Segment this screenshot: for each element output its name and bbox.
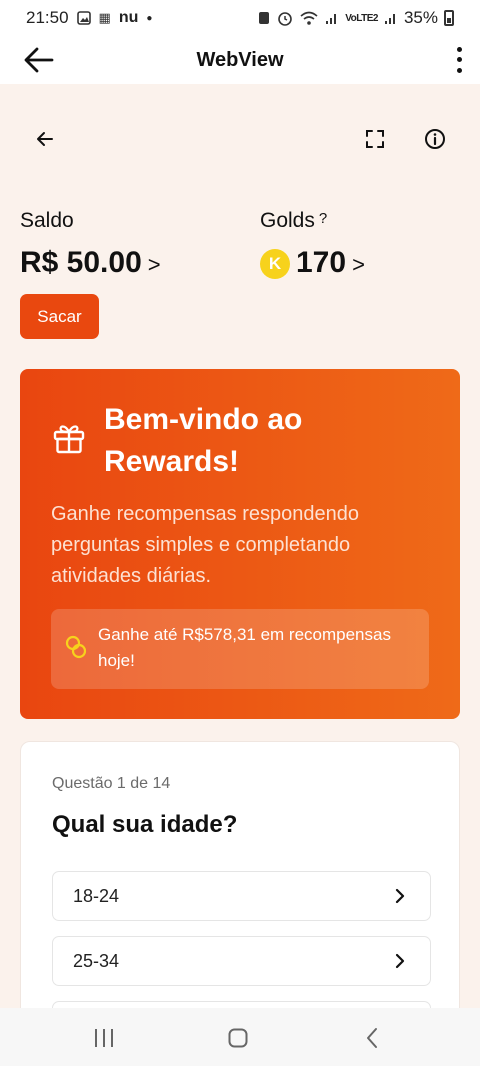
welcome-title: Bem-vindo ao Rewards! [104, 403, 303, 478]
saldo-label: Saldo [20, 209, 74, 232]
status-time: 21:50 [26, 8, 69, 27]
golds-value: 170 [296, 246, 347, 279]
question-counter: Questão 1 de 14 [52, 775, 171, 792]
system-nav-bar [0, 1008, 480, 1066]
golds-label: Golds [260, 209, 315, 232]
carrier-label: nu [118, 9, 139, 26]
coins-icon [65, 635, 87, 659]
answer-option[interactable] [52, 1001, 431, 1008]
golds-label-group: Golds? [260, 209, 327, 233]
chevron-right-icon [395, 953, 405, 969]
welcome-card: Bem-vindo ao Rewards! Ganhe recompensas … [20, 369, 460, 719]
status-right: VoLTE2 35% [257, 8, 454, 28]
saldo-amount[interactable]: R$ 50.00 > [20, 246, 161, 280]
question-title: Qual sua idade? [52, 811, 238, 838]
more-vertical-icon[interactable] [452, 44, 466, 76]
signal-icon-2 [384, 14, 395, 24]
battery-icon [444, 10, 454, 26]
saldo-value: R$ 50.00 [20, 246, 142, 279]
status-left: 21:50 ▦ nu ● [26, 8, 152, 28]
back-icon[interactable] [365, 1027, 379, 1049]
network-label: VoLTE2 [345, 12, 378, 24]
answer-option-label: 25-34 [73, 951, 120, 971]
saldo-chevron-icon: > [147, 252, 161, 277]
signal-icon [326, 14, 337, 24]
promo-banner: Ganhe até R$578,31 em recompensas hoje! [51, 609, 429, 689]
wifi-icon [300, 11, 318, 25]
answer-option[interactable]: 18-24 [52, 871, 431, 921]
golds-chevron-icon: > [352, 252, 365, 277]
gold-coin-icon: K [260, 249, 290, 279]
webview-content: Saldo Golds? R$ 50.00 > K 170 > Sacar Bem-… [0, 84, 480, 1008]
chevron-right-icon [395, 888, 405, 904]
promo-text: Ganhe até R$578,31 em recompensas hoje! [98, 625, 391, 670]
answer-option[interactable]: 25-34 [52, 936, 431, 986]
clock-icon [278, 12, 293, 26]
nu-bank-icon: ▦ [98, 10, 111, 25]
app-bar: WebView [0, 36, 480, 84]
app-bar-title: WebView [196, 48, 284, 71]
recent-apps-icon[interactable] [93, 1028, 115, 1048]
status-bar: 21:50 ▦ nu ● VoLTE2 35% [0, 0, 480, 36]
dot-icon: ● [146, 12, 153, 24]
home-icon[interactable] [228, 1028, 248, 1048]
golds-help-icon[interactable]: ? [319, 210, 327, 227]
question-card: Questão 1 de 14 Qual sua idade? 18-24 25… [20, 741, 460, 1008]
withdraw-button[interactable]: Sacar [20, 294, 99, 339]
fullscreen-icon[interactable] [364, 128, 386, 150]
info-icon[interactable] [423, 127, 447, 151]
golds-amount[interactable]: 170 > [296, 246, 365, 280]
battery-percent: 35% [403, 8, 438, 27]
back-arrow-icon[interactable] [34, 128, 56, 150]
alarm-icon [259, 12, 270, 24]
welcome-description: Ganhe recompensas respondendo perguntas … [51, 503, 359, 587]
gift-icon [53, 425, 85, 454]
gallery-icon [76, 11, 91, 25]
answer-option-label: 18-24 [73, 886, 120, 906]
